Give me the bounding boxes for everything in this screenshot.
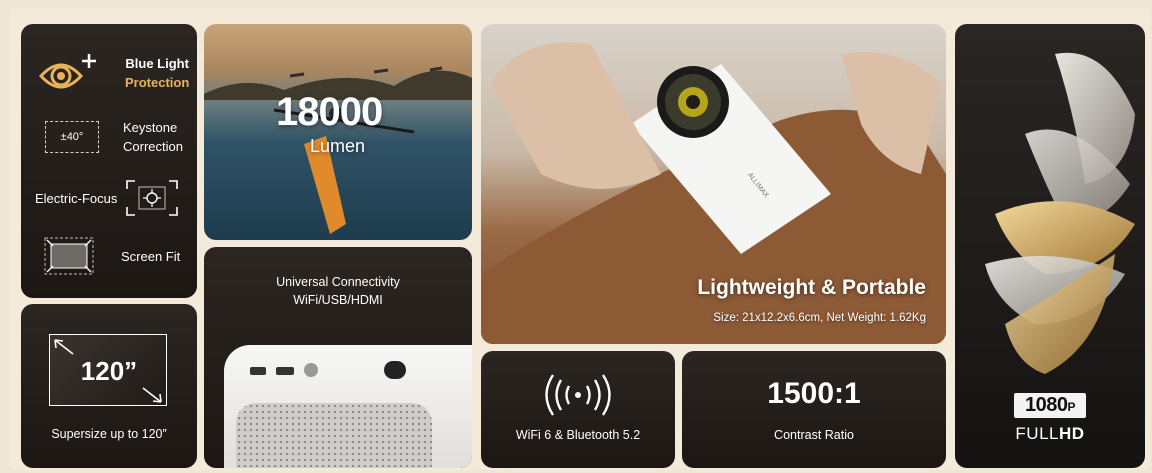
screen-size-value: 120” — [80, 356, 138, 386]
keystone-icon: ±40° — [45, 121, 99, 153]
connectivity-card: Universal Connectivity WiFi/USB/HDMI — [204, 247, 472, 468]
usb-port — [250, 367, 266, 375]
hdmi-port — [276, 367, 294, 375]
screen-fit-icon — [44, 237, 94, 275]
keystone-line2: Correction — [123, 139, 183, 154]
hd-text: HD — [1059, 424, 1085, 443]
speaker-grille — [236, 403, 432, 468]
resolution-card: 1080P FULLHD — [955, 24, 1145, 468]
brightness-card: 18000 Lumen — [204, 24, 472, 240]
feature-screen-fit: Screen Fit — [21, 236, 197, 276]
feature-electric-focus: Electric-Focus — [21, 179, 197, 217]
focus-label: Electric-Focus — [35, 190, 118, 206]
resolution-badge-num: 1080 — [1024, 394, 1068, 416]
petals-illustration — [985, 52, 1135, 374]
screen-fit-label: Screen Fit — [121, 248, 181, 264]
full-text: FULL — [1015, 424, 1059, 443]
dc-port — [304, 363, 318, 377]
portable-card: ALLIMAX Lightweight & Portable Size: 21x… — [481, 24, 946, 344]
portable-title: Lightweight & Portable — [697, 276, 926, 299]
features-card: Blue Light Protection ±40° Keystone Corr… — [21, 24, 197, 298]
contrast-caption: Contrast Ratio — [774, 428, 854, 442]
eye-plus-icon — [38, 54, 96, 89]
connectivity-line2: WiFi/USB/HDMI — [293, 293, 383, 307]
lumen-unit: Lumen — [310, 136, 366, 156]
wireless-card: WiFi 6 & Bluetooth 5.2 — [481, 351, 675, 468]
screen-size-caption: Supersize up to 120” — [51, 427, 167, 441]
keystone-badge: ±40° — [60, 131, 84, 143]
connectivity-line1: Universal Connectivity — [276, 275, 400, 289]
resolution-badge: 1080P — [1014, 393, 1086, 418]
keystone-line1: Keystone — [123, 120, 178, 135]
portable-spec: Size: 21x12.2x6.6cm, Net Weight: 1.62Kg — [713, 312, 926, 324]
resolution-badge-p: P — [1067, 400, 1075, 414]
contrast-value: 1500:1 — [767, 377, 861, 410]
blue-light-line1: Blue Light — [125, 56, 189, 71]
feature-blue-light: Blue Light Protection — [21, 48, 197, 98]
wireless-caption: WiFi 6 & Bluetooth 5.2 — [515, 428, 641, 442]
projector-back-image — [224, 345, 472, 468]
fullhd-label: FULLHD — [955, 424, 1145, 444]
focus-icon — [126, 180, 179, 216]
wifi-signal-icon — [545, 374, 611, 416]
contrast-card: 1500:1 Contrast Ratio — [682, 351, 946, 468]
feature-keystone: ±40° Keystone Correction — [21, 118, 197, 156]
screen-size-card: 120” Supersize up to 120” — [21, 304, 197, 468]
power-port — [384, 361, 406, 379]
lumen-value: 18000 — [276, 90, 383, 134]
blue-light-line2: Protection — [125, 75, 190, 90]
